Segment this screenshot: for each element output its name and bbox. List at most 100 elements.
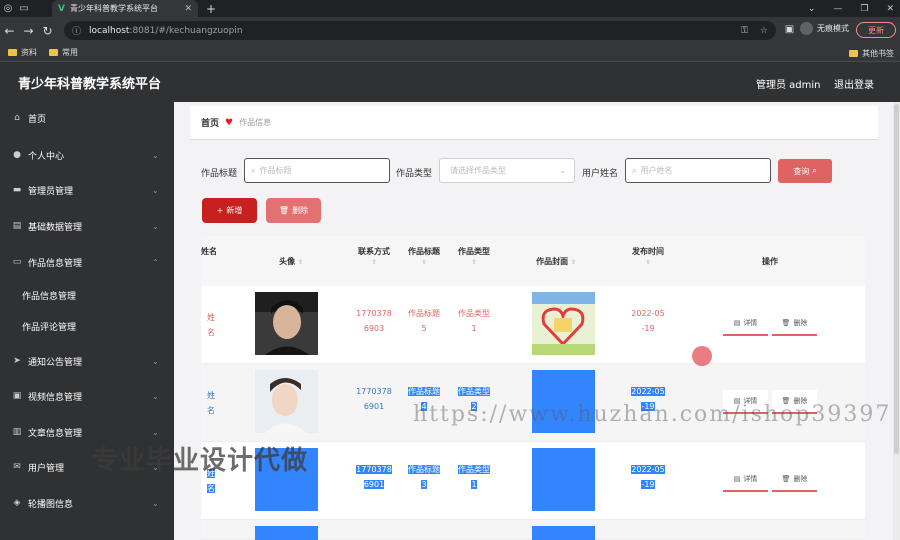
chevron-down-icon: ⌄ [152,498,159,508]
table-row[interactable] [201,520,865,540]
incognito-indicator[interactable]: 无痕模式 [800,22,849,35]
sidebar-item-label: 用户管理 [28,463,65,474]
browser-tab[interactable]: V 青少年科普教学系统平台 ✕ [52,0,198,17]
forward-icon[interactable]: → [19,24,38,38]
contact-cell: 1770378 6903 [351,306,397,336]
sidebar-item-label: 轮播图信息 [28,499,74,510]
current-user: 管理员 admin [756,80,821,91]
type-select-placeholder: 请选择作品类型 [450,166,506,175]
other-bookmarks[interactable]: 其他书签 [849,48,894,59]
reload-icon[interactable]: ↻ [38,24,57,38]
carousel-icon: ◈ [13,498,21,508]
title-search-input[interactable]: ⌕ 作品标题 [244,158,390,183]
type-cell: 作品类型 1 [452,462,496,492]
header-time[interactable]: 发布时间 ⇕ [625,246,671,266]
header-name[interactable]: 姓名 [201,246,217,257]
header-contact[interactable]: 联系方式 ⇕ [351,246,397,266]
browser-globe-icon[interactable]: ◎ [0,0,16,17]
sidepanel-icon[interactable]: ▣ [780,24,799,35]
restore-icon[interactable]: ❐ [860,4,868,14]
contact-line: 1770378 [356,387,392,396]
header-time-label: 发布时间 [632,247,664,256]
title-cell: 作品标题 5 [403,306,445,336]
breadcrumb-home[interactable]: 首页 [201,116,219,129]
user-search-placeholder: 用户姓名 [640,166,673,175]
delete-button[interactable]: 🗑 删除 [772,312,817,336]
detail-button[interactable]: ▤ 详情 [723,468,768,492]
cover-image [532,292,595,355]
avatar-photo-selected [255,526,318,540]
query-button[interactable]: 查询 ⌕ [778,159,832,183]
bookmark-star-icon[interactable]: ☆ [760,26,768,36]
table-header: 姓名 头像 ⇕ 联系方式 ⇕ 作品标题 ⇕ 作品类型 ⇕ 作品封面 ⇕ 发布时间 ⇕ 操… [201,236,865,286]
sidebar-item-notice[interactable]: ➤ 通知公告管理 ⌄ [0,351,174,371]
cover-image-selected [532,448,595,511]
sidebar-item-works[interactable]: ▭ 作品信息管理 ⌃ [0,252,174,272]
chevron-down-icon: ⌄ [152,356,159,366]
sort-icon: ⇕ [645,259,651,266]
update-button[interactable]: 更新 [856,22,896,38]
header-cover[interactable]: 作品封面 ⇕ [521,256,591,267]
batch-delete-button[interactable]: 🗑 删除 [266,198,321,223]
time-cell: 2022-05 -19 [625,306,671,336]
header-title[interactable]: 作品标题 ⇕ [403,246,445,266]
type-select[interactable]: 请选择作品类型 ⌄ [439,158,575,183]
sidebar-item-video[interactable]: ▣ 视频信息管理 ⌄ [0,386,174,406]
bookmark-folder[interactable]: 资料 [8,47,37,58]
header-type[interactable]: 作品类型 ⇕ [452,246,496,266]
sidebar-item-label: 个人中心 [28,151,65,162]
user-icon: ● [13,150,21,160]
chevron-down-icon: ⌄ [152,150,159,160]
batch-delete-label: 删除 [292,206,309,215]
logout-link[interactable]: 退出登录 [834,76,874,91]
key-icon[interactable]: ⚿ [741,26,748,36]
sidebar-item-basic-data[interactable]: ▤ 基础数据管理 ⌄ [0,216,174,236]
chevron-down-icon: ⌄ [152,427,159,437]
chevron-down-icon: ⌄ [559,166,566,175]
detail-label: 详情 [743,319,758,327]
user-search-input[interactable]: ⌕ 用户姓名 [625,158,771,183]
new-tab-icon[interactable]: + [206,2,216,16]
sidebar-item-label: 作品信息管理 [28,258,83,269]
incognito-label: 无痕模式 [817,24,849,33]
sidebar-item-article[interactable]: ▥ 文章信息管理 ⌄ [0,422,174,442]
contact-line: 6903 [363,324,385,333]
megaphone-icon: ➤ [13,356,21,366]
back-icon[interactable]: ← [0,24,19,38]
add-button[interactable]: + 新增 [202,198,257,223]
add-button-label: 新增 [226,206,243,215]
app-title: 青少年科普教学系统平台 [18,76,162,92]
sidebar-subitem-works-info[interactable]: 作品信息管理 [0,285,174,305]
breadcrumb-current: 作品信息 [239,118,272,127]
vue-logo-icon: V [58,3,65,14]
cursor-indicator [692,346,712,366]
header-avatar[interactable]: 头像 ⇕ [261,256,321,267]
sort-icon: ⇕ [371,259,377,266]
sidebar-item-admin[interactable]: ▬ 管理员管理 ⌄ [0,180,174,200]
article-icon: ▥ [12,427,22,437]
sidebar-subitem-works-comments[interactable]: 作品评论管理 [0,316,174,336]
delete-button[interactable]: 🗑 删除 [772,468,817,492]
bookmark-label: 资料 [21,48,37,57]
heart-icon: ♥ [225,117,234,128]
detail-button[interactable]: ▤ 详情 [723,312,768,336]
title-search-placeholder: 作品标题 [259,166,292,175]
sidebar-item-carousel[interactable]: ◈ 轮播图信息 ⌄ [0,493,174,513]
tab-search-icon[interactable]: ▭ [16,0,32,17]
sidebar-item-home[interactable]: ⌂ 首页 [0,108,174,128]
watermark-url: https://www.huzhan.com/ishop39397 [413,402,892,427]
bookmark-folder[interactable]: 常用 [49,47,78,58]
scrollbar-thumb[interactable] [894,104,899,454]
url-field[interactable]: ⓘ localhost :8081/#/kechuangzuopin ⚿ ☆ [64,21,776,40]
close-window-icon[interactable]: ✕ [886,4,894,14]
search-icon: ⌕ [812,166,817,175]
minimize-icon[interactable]: — [833,4,842,14]
sidebar-item-profile[interactable]: ● 个人中心 ⌄ [0,145,174,165]
folder-icon [849,50,858,57]
contact-line: 6901 [363,402,385,411]
table-row[interactable]: 姓名 1770378 6903 作品标题 5 作品类型 1 2022-05 -19 ▤ 详… [201,286,865,364]
site-info-icon[interactable]: ⓘ [72,24,81,37]
chevron-down-icon[interactable]: ⌄ [808,4,816,14]
header-ops: 操作 [762,257,778,266]
close-tab-icon[interactable]: ✕ [184,4,192,14]
